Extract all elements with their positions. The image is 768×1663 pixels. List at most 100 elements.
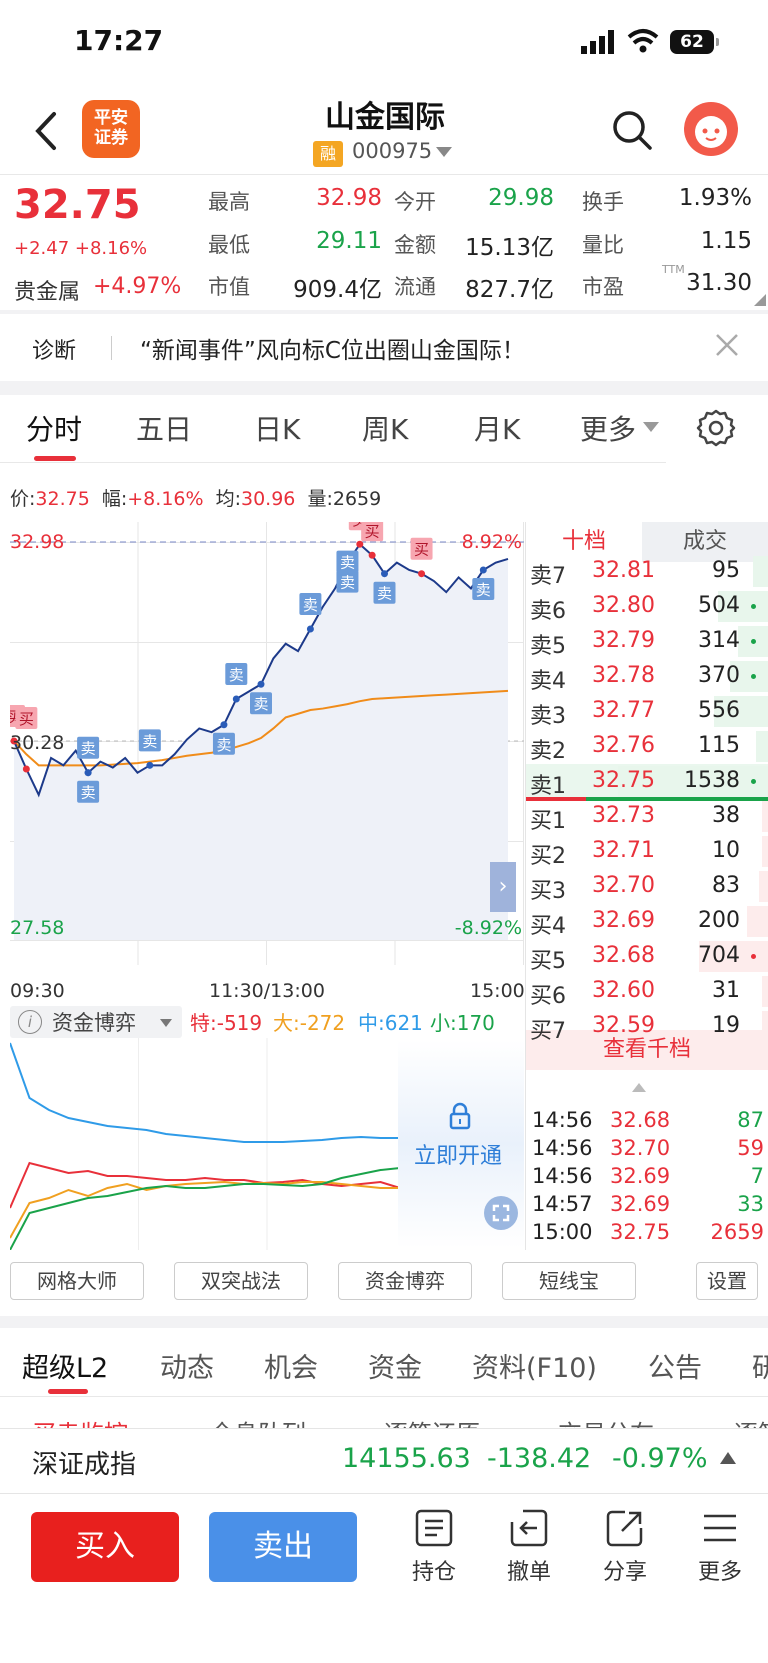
chevron-up-icon[interactable] — [720, 1452, 736, 1464]
marker-text: 卖 — [142, 732, 157, 750]
marker-dot — [84, 769, 92, 777]
content-tab[interactable]: 动态 — [160, 1346, 214, 1385]
level-volume: 31 — [712, 978, 740, 1003]
marker-dot — [306, 625, 314, 633]
content-tab[interactable]: 研 — [752, 1346, 768, 1385]
level-label: 买5 — [530, 949, 566, 974]
chevron-down-icon[interactable] — [160, 1019, 172, 1027]
bid-row[interactable]: 买6 32.60 31 — [526, 974, 768, 1009]
trade-price: 32.69 — [610, 1192, 671, 1216]
tool-button[interactable]: 设置 — [696, 1262, 758, 1300]
content-tab[interactable]: 资料(F10) — [472, 1346, 597, 1385]
cancel-order-button[interactable]: 撤单 — [494, 1508, 564, 1586]
volume-bar — [747, 906, 768, 937]
tool-button[interactable]: 资金博弈 — [338, 1262, 472, 1300]
ask-row[interactable]: 卖5 32.79 314 — [526, 624, 768, 659]
index-percent: -0.97% — [612, 1443, 708, 1474]
diagnosis-text[interactable]: “新闻事件”风向标C位出圈山金国际！ — [140, 331, 525, 365]
trade-row: 14:56 32.69 7 — [532, 1164, 764, 1192]
gear-icon[interactable] — [696, 408, 736, 448]
period-tab[interactable]: 五日 — [136, 408, 192, 448]
sub-tab[interactable]: 买卖监控 — [32, 1414, 128, 1428]
cancel-order-icon — [510, 1509, 548, 1547]
chevron-down-icon[interactable] — [436, 147, 452, 157]
chart-expand-arrow[interactable]: › — [490, 862, 516, 912]
expand-icon[interactable] — [484, 1196, 518, 1230]
sell-marker[interactable]: 卖 — [336, 550, 359, 573]
chevron-up-icon[interactable] — [632, 1083, 646, 1092]
amp-label: 幅: — [101, 488, 128, 510]
intraday-chart[interactable]: 买买卖卖卖卖卖卖卖卖卖买买卖买卖32.988.92%30.2827.58-8.9… — [10, 522, 524, 975]
broker-logo: 平安 证券 — [82, 100, 140, 158]
level-volume: 704 — [698, 943, 740, 968]
level-price: 32.69 — [592, 908, 655, 933]
trade-price: 32.69 — [610, 1164, 671, 1188]
info-icon[interactable]: i — [18, 1010, 42, 1034]
sub-tab[interactable]: 逐笔还原 — [384, 1414, 480, 1428]
trade-row: 14:57 32.69 33 — [532, 1192, 764, 1220]
sub-tab[interactable]: 全息队列 — [210, 1414, 306, 1428]
content-tab[interactable]: 资金 — [368, 1346, 422, 1385]
share-button[interactable]: 分享 — [590, 1508, 660, 1586]
tool-button[interactable]: 短线宝 — [502, 1262, 636, 1300]
sector-label[interactable]: 贵金属 — [14, 274, 80, 306]
marker-text: 买 — [414, 541, 429, 559]
period-tab[interactable]: 月K — [474, 408, 520, 448]
content-tab[interactable]: 超级L2 — [22, 1346, 108, 1385]
funds-title[interactable]: 资金博弈 — [52, 1007, 136, 1037]
sub-tab[interactable]: 交易分布 — [558, 1414, 654, 1428]
volume-bar — [753, 556, 768, 587]
level-volume: 504 — [698, 593, 740, 618]
bid-row[interactable]: 买3 32.70 83 — [526, 869, 768, 904]
position-button[interactable]: 持仓 — [399, 1508, 469, 1586]
index-name: 深证成指 — [32, 1450, 137, 1480]
tool-button[interactable]: 网格大师 — [10, 1262, 144, 1300]
sector-change[interactable]: +4.97% — [93, 274, 181, 299]
more-caret-icon[interactable] — [643, 422, 659, 434]
level-price: 32.80 — [592, 593, 655, 618]
period-tab[interactable]: 周K — [362, 408, 408, 448]
more-button[interactable]: 更多 — [685, 1508, 755, 1586]
ask-row[interactable]: 卖1 32.75 1538 — [526, 764, 768, 799]
level-price: 32.70 — [592, 873, 655, 898]
unlock-button[interactable]: 立即开通 — [414, 1138, 502, 1170]
bid-row[interactable]: 买2 32.71 10 — [526, 834, 768, 869]
ask-row[interactable]: 卖6 32.80 504 — [526, 589, 768, 624]
quote-label: 市盈 — [582, 275, 624, 299]
bid-row[interactable]: 买5 32.68 704 — [526, 939, 768, 974]
level-label: 买4 — [530, 914, 566, 939]
fund-medium: 中:621 — [358, 1011, 423, 1035]
tab-underline — [34, 456, 76, 461]
search-icon[interactable] — [610, 108, 654, 152]
level-volume: 83 — [712, 873, 740, 898]
tool-button[interactable]: 双突战法 — [174, 1262, 308, 1300]
corner-mark-icon — [754, 294, 766, 306]
change-dot — [751, 954, 756, 959]
ask-row[interactable]: 卖4 32.78 370 — [526, 659, 768, 694]
back-icon[interactable] — [26, 106, 66, 156]
bid-row[interactable]: 买4 32.69 200 — [526, 904, 768, 939]
position-icon — [415, 1509, 453, 1547]
bid-row[interactable]: 买7 32.59 19 — [526, 1009, 768, 1044]
close-icon[interactable] — [713, 331, 741, 359]
content-tab[interactable]: 公告 — [648, 1346, 702, 1385]
marker-text: 卖 — [303, 596, 318, 614]
ask-row[interactable]: 卖7 32.81 95 — [526, 554, 768, 589]
ask-row[interactable]: 卖3 32.77 556 — [526, 694, 768, 729]
ask-row[interactable]: 卖2 32.76 115 — [526, 729, 768, 764]
period-tab[interactable]: 更多 — [580, 408, 636, 448]
content-tab[interactable]: 机会 — [264, 1346, 318, 1385]
sell-button[interactable]: 卖出 — [209, 1512, 357, 1582]
level-volume: 556 — [698, 698, 740, 723]
period-tab[interactable]: 分时 — [26, 408, 82, 448]
share-label: 分享 — [602, 1560, 647, 1585]
fund-super: 特:-519 — [190, 1011, 263, 1035]
marker-dot — [220, 721, 228, 729]
period-tab[interactable]: 日K — [254, 408, 300, 448]
buy-button[interactable]: 买入 — [31, 1512, 179, 1582]
sub-tab[interactable]: 逐笔 — [734, 1414, 768, 1428]
stock-code[interactable]: 000975 — [352, 139, 432, 163]
axis-top-price: 32.98 — [10, 531, 64, 553]
bid-row[interactable]: 买1 32.73 38 — [526, 799, 768, 834]
assistant-avatar[interactable] — [684, 102, 738, 156]
